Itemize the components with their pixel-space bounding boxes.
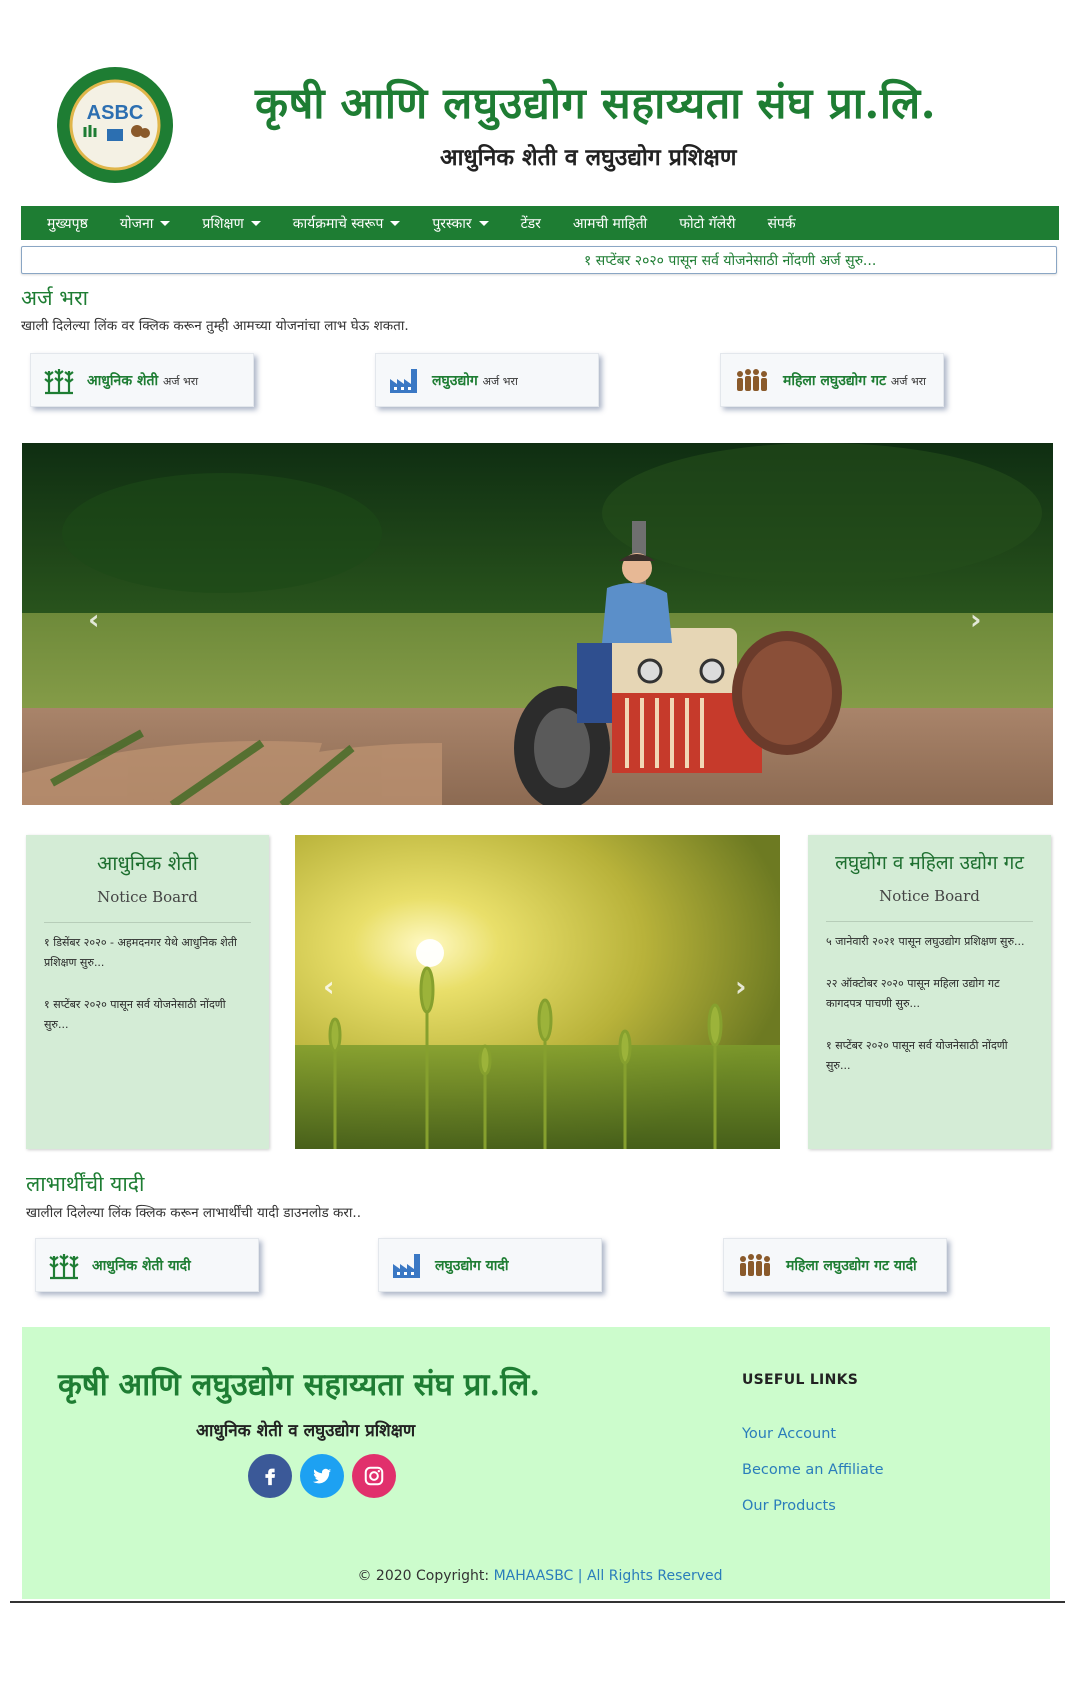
chevron-down-icon xyxy=(478,220,489,226)
nav-schemes[interactable]: योजना xyxy=(104,214,187,233)
twitter-icon[interactable] xyxy=(300,1454,344,1498)
notice-item[interactable]: १ सप्टेंबर २०२० पासून सर्व योजनेसाठी नों… xyxy=(44,995,251,1035)
nav-label: पुरस्कार xyxy=(432,215,472,232)
site-logo[interactable]: ASBC xyxy=(55,65,175,185)
factory-icon xyxy=(390,369,417,393)
divider xyxy=(44,922,251,923)
site-subtitle: आधुनिक शेती व लघुउद्योग प्रशिक्षण xyxy=(440,144,737,171)
nav-label: टेंडर xyxy=(520,215,541,232)
crops-icon xyxy=(44,369,74,395)
page-bottom-rule xyxy=(10,1601,1065,1603)
nav-about[interactable]: आमची माहिती xyxy=(557,214,663,233)
group-icon xyxy=(740,1254,770,1276)
button-suffix: अर्ज भरा xyxy=(482,374,518,388)
nav-tender[interactable]: टेंडर xyxy=(505,214,557,233)
copyright-link[interactable]: MAHAASBC | All Rights Reserved xyxy=(494,1568,723,1584)
nav-training[interactable]: प्रशिक्षण xyxy=(186,214,276,233)
beneficiaries-description: खालील दिलेल्या लिंक क्लिक करून लाभार्थीं… xyxy=(26,1205,361,1221)
site-title: कृषी आणि लघुउद्योग सहाय्यता संघ प्रा.लि. xyxy=(255,79,937,129)
apply-women-group-button[interactable]: महिला लघुउद्योग गट अर्ज भरा xyxy=(720,353,944,407)
crops-icon xyxy=(49,1254,79,1280)
apply-farming-button[interactable]: आधुनिक शेती अर्ज भरा xyxy=(30,353,254,407)
list-women-group-button[interactable]: महिला लघुउद्योग गट यादी xyxy=(723,1238,947,1292)
link-become-affiliate[interactable]: Become an Affiliate xyxy=(742,1462,884,1478)
nav-label: फोटो गॅलेरी xyxy=(679,215,736,232)
footer-subtitle: आधुनिक शेती व लघुउद्योग प्रशिक्षण xyxy=(196,1421,416,1441)
nav-label: प्रशिक्षण xyxy=(202,215,244,232)
tractor-farmer-image xyxy=(22,443,1053,805)
button-suffix: अर्ज भरा xyxy=(890,374,927,388)
notice-item[interactable]: १ डिसेंबर २०२० - अहमदनगर येथे आधुनिक शेत… xyxy=(44,933,251,973)
carousel-next-icon[interactable]: › xyxy=(970,603,982,636)
button-label: लघुउद्योग xyxy=(432,372,478,389)
list-farming-button[interactable]: आधुनिक शेती यादी xyxy=(35,1238,259,1292)
notice-title: आधुनिक शेती xyxy=(97,851,198,875)
wheat-carousel: ‹ › xyxy=(295,835,780,1149)
notice-subtitle: Notice Board xyxy=(97,888,198,906)
copyright: © 2020 Copyright: MAHAASBC | All Rights … xyxy=(0,1568,1080,1584)
carousel-prev-icon[interactable]: ‹ xyxy=(323,970,335,1003)
nav-label: मुख्यपृष्ठ xyxy=(47,215,88,232)
notice-item[interactable]: २२ ऑक्टोबर २०२० पासून महिला उद्योग गट का… xyxy=(826,974,1033,1014)
notice-title: लघुद्योग व महिला उद्योग गट xyxy=(835,852,1024,874)
logo-text: ASBC xyxy=(87,102,144,124)
button-suffix: अर्ज भरा xyxy=(162,374,199,388)
notice-board-farming: आधुनिक शेती Notice Board १ डिसेंबर २०२० … xyxy=(26,835,269,1149)
beneficiaries-heading: लाभार्थींची यादी xyxy=(26,1172,145,1196)
hero-carousel: ‹ › xyxy=(22,443,1053,805)
footer-title: कृषी आणि लघुउद्योग सहाय्यता संघ प्रा.लि. xyxy=(58,1367,541,1403)
main-navbar: मुख्यपृष्ठ योजना प्रशिक्षण कार्यक्रमाचे … xyxy=(21,206,1059,240)
instagram-icon[interactable] xyxy=(352,1454,396,1498)
notice-item[interactable]: ५ जानेवारी २०२१ पासून लघुउद्योग प्रशिक्ष… xyxy=(826,932,1033,952)
nav-label: आमची माहिती xyxy=(572,215,648,232)
notice-board-industry: लघुद्योग व महिला उद्योग गट Notice Board … xyxy=(808,835,1051,1149)
link-our-products[interactable]: Our Products xyxy=(742,1498,836,1514)
notice-subtitle: Notice Board xyxy=(879,887,980,905)
button-label: महिला लघुउद्योग गट यादी xyxy=(786,1257,917,1274)
facebook-icon[interactable] xyxy=(248,1454,292,1498)
chevron-down-icon xyxy=(160,220,171,226)
button-label: आधुनिक शेती यादी xyxy=(92,1257,191,1274)
divider xyxy=(826,921,1033,922)
nav-label: कार्यक्रमाचे स्वरूप xyxy=(292,215,384,232)
group-icon xyxy=(737,369,767,391)
nav-label: योजना xyxy=(119,215,154,232)
link-your-account[interactable]: Your Account xyxy=(742,1426,836,1442)
apply-heading: अर्ज भरा xyxy=(21,286,89,310)
nav-home[interactable]: मुख्यपृष्ठ xyxy=(21,214,104,233)
nav-label: संपर्क xyxy=(767,215,796,232)
list-small-industry-button[interactable]: लघुउद्योग यादी xyxy=(378,1238,602,1292)
nav-program[interactable]: कार्यक्रमाचे स्वरूप xyxy=(277,214,417,233)
button-label: लघुउद्योग यादी xyxy=(435,1257,509,1274)
carousel-prev-icon[interactable]: ‹ xyxy=(88,603,100,636)
chevron-down-icon xyxy=(390,220,401,226)
button-label: महिला लघुउद्योग गट xyxy=(783,372,887,389)
nav-gallery[interactable]: फोटो गॅलेरी xyxy=(663,214,751,233)
chevron-down-icon xyxy=(250,220,261,226)
news-ticker: १ सप्टेंबर २०२० पासून सर्व योजनेसाठी नों… xyxy=(21,246,1057,274)
apply-small-industry-button[interactable]: लघुउद्योग अर्ज भरा xyxy=(375,353,599,407)
useful-links-heading: USEFUL LINKS xyxy=(742,1372,859,1388)
wheat-field-image xyxy=(295,835,780,1149)
apply-description: खाली दिलेल्या लिंक वर क्लिक करून तुम्ही … xyxy=(21,318,409,334)
ticker-text: १ सप्टेंबर २०२० पासून सर्व योजनेसाठी नों… xyxy=(584,253,877,269)
notice-item[interactable]: १ सप्टेंबर २०२० पासून सर्व योजनेसाठी नों… xyxy=(826,1036,1033,1076)
nav-contact[interactable]: संपर्क xyxy=(751,214,811,233)
carousel-next-icon[interactable]: › xyxy=(735,970,747,1003)
copyright-prefix: © 2020 Copyright: xyxy=(357,1568,494,1584)
factory-icon xyxy=(393,1254,420,1278)
button-label: आधुनिक शेती xyxy=(87,372,159,389)
nav-awards[interactable]: पुरस्कार xyxy=(416,214,504,233)
